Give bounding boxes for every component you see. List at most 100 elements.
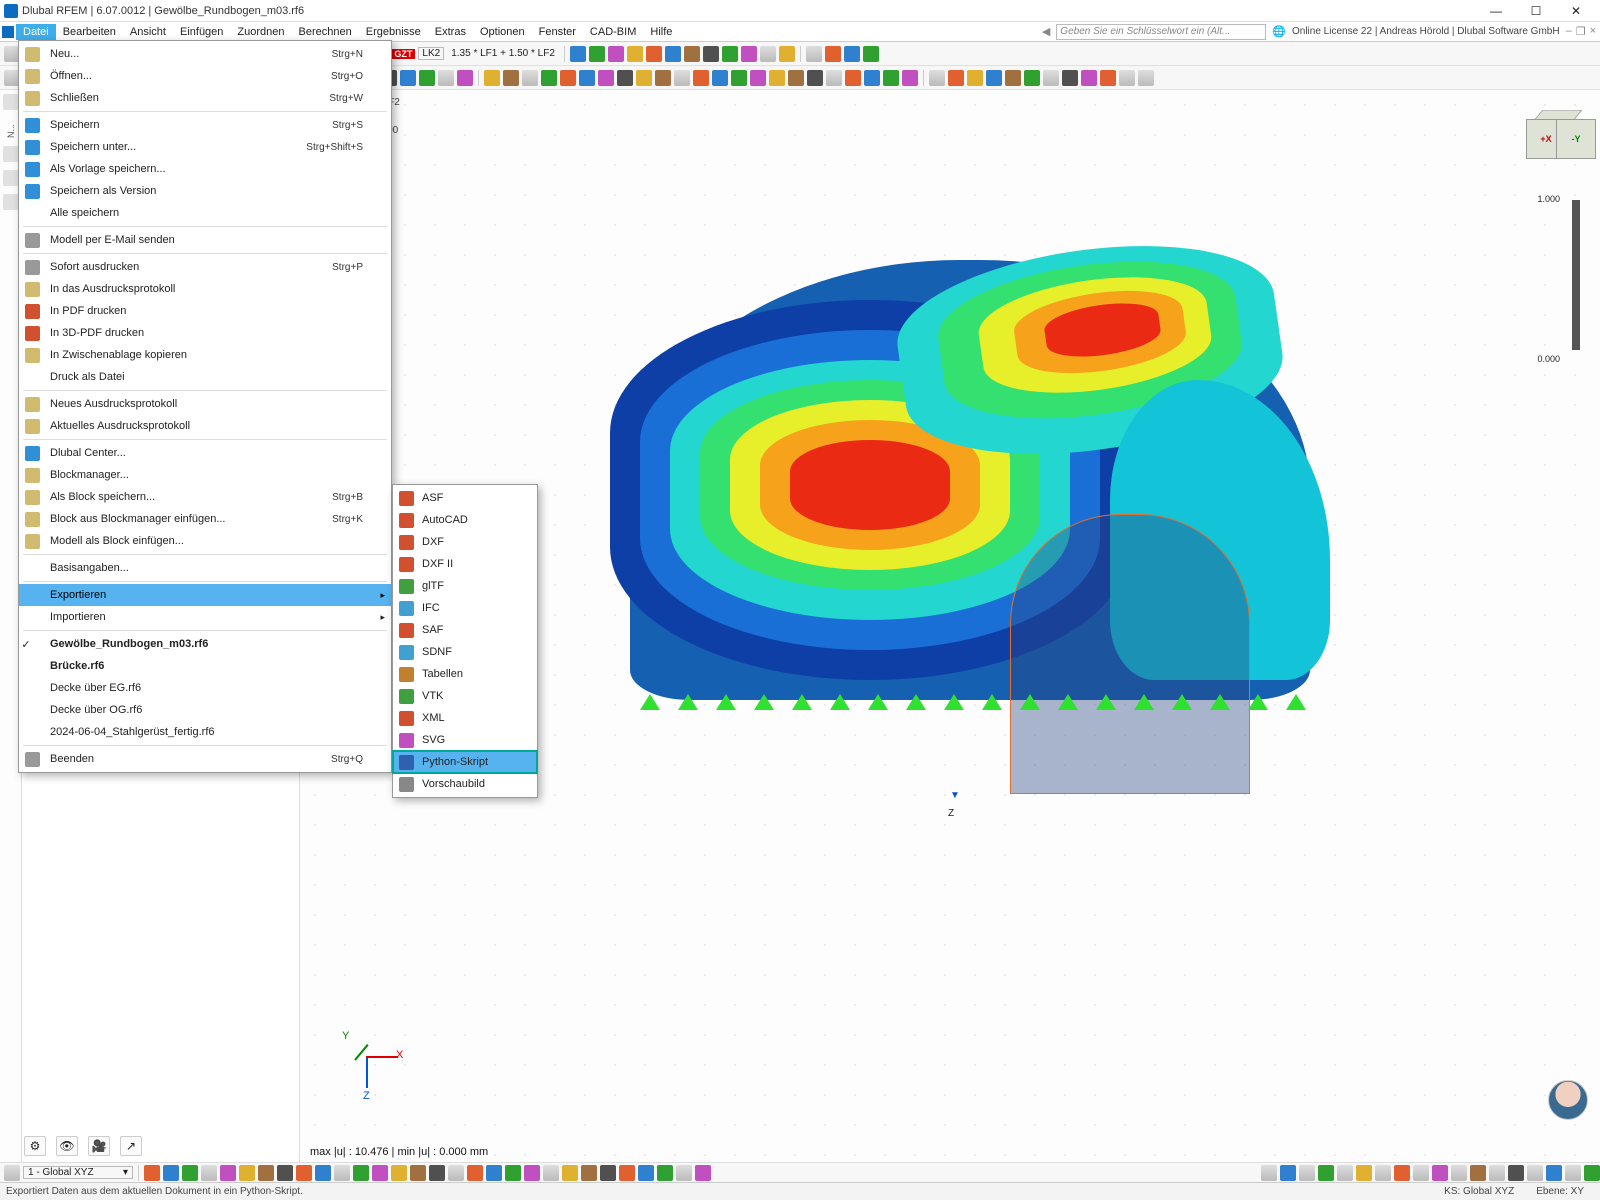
tool-icon[interactable] [1489, 1165, 1505, 1181]
file-menu-item[interactable]: BeendenStrg+Q [19, 748, 391, 770]
tool-icon[interactable] [1100, 70, 1116, 86]
tool-icon[interactable] [372, 1165, 388, 1181]
export-item-saf[interactable]: SAF [393, 619, 537, 641]
file-menu-item[interactable]: Blockmanager... [19, 464, 391, 486]
file-menu-item[interactable]: In 3D-PDF drucken [19, 322, 391, 344]
tool-icon[interactable] [1062, 70, 1078, 86]
tool-icon[interactable] [1261, 1165, 1277, 1181]
tool-icon[interactable] [315, 1165, 331, 1181]
tool-icon[interactable] [277, 1165, 293, 1181]
file-menu-item[interactable]: Gewölbe_Rundbogen_m03.rf6 [19, 633, 391, 655]
export-submenu[interactable]: ASFAutoCADDXFDXF IIglTFIFCSAFSDNFTabelle… [392, 484, 538, 798]
tool-icon[interactable] [636, 70, 652, 86]
tool-icon[interactable] [986, 70, 1002, 86]
tool-icon[interactable] [807, 70, 823, 86]
tool-icon[interactable] [825, 46, 841, 62]
tool-icon[interactable] [598, 70, 614, 86]
arrow-left-icon[interactable]: ◀ [1042, 25, 1050, 38]
tree-bottom-button[interactable]: 🎥 [88, 1136, 110, 1156]
export-item-gltf[interactable]: glTF [393, 575, 537, 597]
tool-icon[interactable] [600, 1165, 616, 1181]
tool-icon[interactable] [902, 70, 918, 86]
tool-icon[interactable] [864, 70, 880, 86]
tool-icon[interactable] [769, 70, 785, 86]
tool-icon[interactable] [1527, 1165, 1543, 1181]
tool-icon[interactable] [570, 46, 586, 62]
tool-icon[interactable] [1356, 1165, 1372, 1181]
tool-icon[interactable] [560, 70, 576, 86]
file-menu-item[interactable]: Speichern unter...Strg+Shift+S [19, 136, 391, 158]
menu-fenster[interactable]: Fenster [532, 24, 583, 40]
file-menu-item[interactable]: SchließenStrg+W [19, 87, 391, 109]
export-item-ifc[interactable]: IFC [393, 597, 537, 619]
export-item-autocad[interactable]: AutoCAD [393, 509, 537, 531]
tool-icon[interactable] [1119, 70, 1135, 86]
menu-berechnen[interactable]: Berechnen [292, 24, 359, 40]
tool-icon[interactable] [334, 1165, 350, 1181]
tool-icon[interactable] [579, 70, 595, 86]
tool-icon[interactable] [760, 46, 776, 62]
tool-icon[interactable] [863, 46, 879, 62]
tool-icon[interactable] [1081, 70, 1097, 86]
tool-icon[interactable] [1508, 1165, 1524, 1181]
tool-icon[interactable] [779, 46, 795, 62]
export-item-sdnf[interactable]: SDNF [393, 641, 537, 663]
file-menu-item[interactable]: Block aus Blockmanager einfügen...Strg+K [19, 508, 391, 530]
tool-icon[interactable] [4, 1165, 20, 1181]
file-menu-item[interactable]: Dlubal Center... [19, 442, 391, 464]
tree-bottom-button[interactable]: 👁 [56, 1136, 78, 1156]
file-menu-item[interactable]: In Zwischenablage kopieren [19, 344, 391, 366]
tool-icon[interactable] [391, 1165, 407, 1181]
file-menu-item[interactable]: Modell als Block einfügen... [19, 530, 391, 552]
tool-icon[interactable] [627, 46, 643, 62]
tool-icon[interactable] [1451, 1165, 1467, 1181]
vertical-tool-icon[interactable] [3, 94, 19, 110]
tool-icon[interactable] [657, 1165, 673, 1181]
tool-icon[interactable] [486, 1165, 502, 1181]
ks-select[interactable]: 1 - Global XYZ▾ [23, 1166, 133, 1179]
tool-icon[interactable] [543, 1165, 559, 1181]
export-item-tabellen[interactable]: Tabellen [393, 663, 537, 685]
vertical-tool-icon[interactable] [3, 170, 19, 186]
file-menu-item[interactable]: Öffnen...Strg+O [19, 65, 391, 87]
maximize-button[interactable]: ☐ [1516, 0, 1556, 22]
close-button[interactable]: ✕ [1556, 0, 1596, 22]
tool-icon[interactable] [562, 1165, 578, 1181]
tool-icon[interactable] [1413, 1165, 1429, 1181]
tool-icon[interactable] [1280, 1165, 1296, 1181]
tool-icon[interactable] [674, 70, 690, 86]
tool-icon[interactable] [1432, 1165, 1448, 1181]
file-menu-item[interactable]: Aktuelles Ausdrucksprotokoll [19, 415, 391, 437]
tool-icon[interactable] [1584, 1165, 1600, 1181]
menu-optionen[interactable]: Optionen [473, 24, 532, 40]
tool-icon[interactable] [712, 70, 728, 86]
tool-icon[interactable] [617, 70, 633, 86]
tool-icon[interactable] [296, 1165, 312, 1181]
tool-icon[interactable] [505, 1165, 521, 1181]
tool-icon[interactable] [1470, 1165, 1486, 1181]
dock-close-icon[interactable]: × [1590, 25, 1596, 38]
tool-icon[interactable] [220, 1165, 236, 1181]
file-menu-item[interactable]: Neues Ausdrucksprotokoll [19, 393, 391, 415]
tree-bottom-button[interactable]: ⚙ [24, 1136, 46, 1156]
export-item-vtk[interactable]: VTK [393, 685, 537, 707]
tool-icon[interactable] [1337, 1165, 1353, 1181]
tool-icon[interactable] [948, 70, 964, 86]
menu-ansicht[interactable]: Ansicht [123, 24, 173, 40]
tool-icon[interactable] [844, 46, 860, 62]
menu-bearbeiten[interactable]: Bearbeiten [56, 24, 123, 40]
menu-datei[interactable]: Datei [16, 24, 56, 40]
tool-icon[interactable] [684, 46, 700, 62]
tree-bottom-button[interactable]: ↗ [120, 1136, 142, 1156]
tool-icon[interactable] [353, 1165, 369, 1181]
tool-icon[interactable] [410, 1165, 426, 1181]
tool-icon[interactable] [144, 1165, 160, 1181]
file-menu-item[interactable]: Decke über EG.rf6 [19, 677, 391, 699]
export-item-dxf[interactable]: DXF [393, 531, 537, 553]
menu-ergebnisse[interactable]: Ergebnisse [359, 24, 428, 40]
export-item-asf[interactable]: ASF [393, 487, 537, 509]
tool-icon[interactable] [1043, 70, 1059, 86]
tool-icon[interactable] [693, 70, 709, 86]
file-menu-item[interactable]: Speichern als Version [19, 180, 391, 202]
tool-icon[interactable] [806, 46, 822, 62]
